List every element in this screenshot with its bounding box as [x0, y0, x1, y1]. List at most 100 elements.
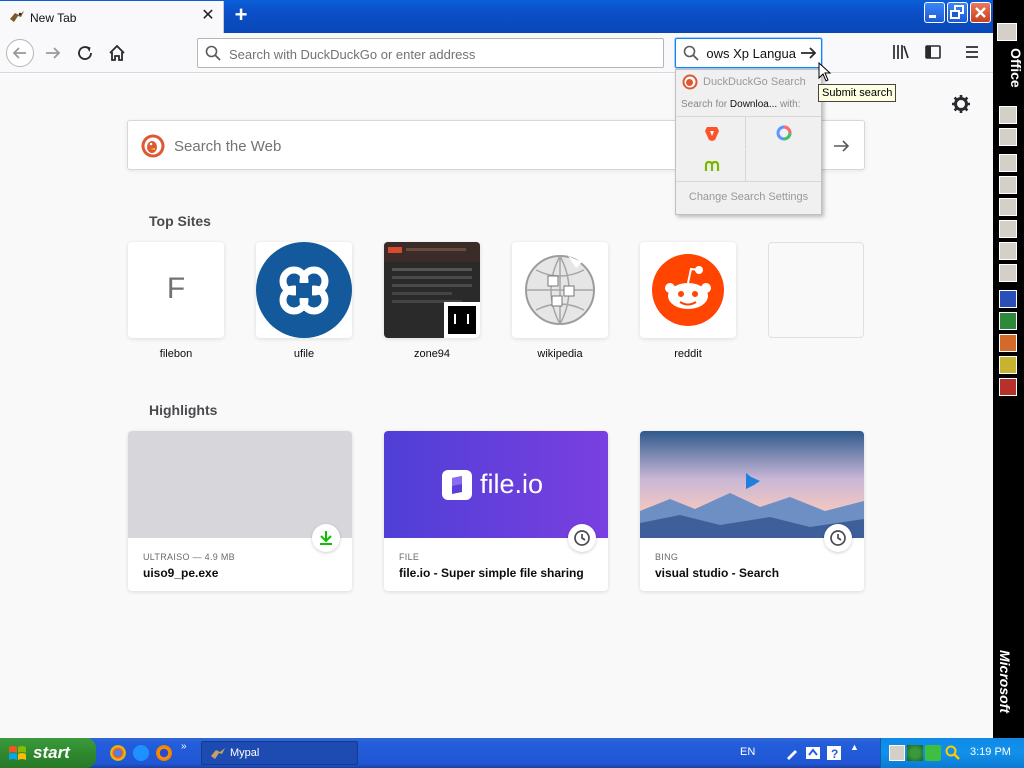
language-indicator[interactable]: EN [740, 746, 755, 758]
clock-time: 3:19 PM [970, 746, 1011, 758]
search-bar[interactable]: ows Xp Langua [675, 38, 822, 68]
back-button[interactable] [6, 39, 34, 67]
start-button[interactable]: start [0, 738, 96, 768]
minimize-button[interactable] [924, 2, 945, 23]
office-app-icon[interactable] [999, 128, 1017, 146]
search-tray-icon[interactable] [945, 745, 961, 761]
url-placeholder: Search with DuckDuckGo or enter address [229, 47, 476, 62]
quick-launch-more-icon[interactable]: » [181, 741, 187, 752]
search-icon [205, 45, 221, 61]
engine-qwant-button[interactable] [748, 117, 818, 149]
gear-icon[interactable] [951, 94, 971, 114]
publisher-icon[interactable] [999, 356, 1017, 374]
search-for-suffix: with: [779, 99, 801, 110]
outlook-mail-icon[interactable] [999, 154, 1017, 172]
taskbar-item-mypal[interactable]: Mypal [201, 741, 358, 765]
duckduckgo-icon [682, 74, 698, 90]
taskbar-item-label: Mypal [230, 747, 260, 759]
tab-title: New Tab [30, 11, 77, 25]
system-tray: 3:19 PM [880, 738, 1024, 768]
clock-icon [574, 530, 590, 546]
download-icon [320, 531, 332, 545]
network-icon[interactable] [889, 745, 905, 761]
highlight-card-download[interactable]: ULTRAISO — 4.9 MB uiso9_pe.exe [128, 431, 352, 591]
top-site-tile: F [128, 242, 224, 338]
office-folder-icon[interactable] [997, 23, 1017, 41]
zone94-thumbnail [384, 242, 480, 338]
highlight-image: file.io [384, 431, 608, 538]
url-bar[interactable]: Search with DuckDuckGo or enter address [197, 38, 664, 68]
popup-engine-header[interactable]: DuckDuckGo Search [676, 70, 821, 93]
tasks-icon[interactable] [999, 198, 1017, 216]
highlight-context: BING [655, 552, 679, 562]
fileio-brand: file.io [480, 469, 544, 499]
engine-mojeek-button[interactable] [676, 150, 746, 182]
pen-icon[interactable] [784, 745, 800, 761]
change-search-settings[interactable]: Change Search Settings [676, 191, 821, 203]
taskbar: start » Mypal EN ? ▲ 3:19 PM [0, 738, 1024, 768]
top-site-reddit[interactable]: reddit [640, 242, 736, 360]
contacts-icon[interactable] [999, 220, 1017, 238]
excel-icon[interactable] [999, 312, 1017, 330]
globe-icon[interactable] [907, 745, 923, 761]
mypal-icon [211, 748, 225, 759]
language-bar-icon[interactable] [805, 745, 821, 761]
clock-badge [824, 524, 852, 552]
web-search-arrow-icon[interactable] [832, 137, 850, 155]
clock-badge [568, 524, 596, 552]
access-icon[interactable] [999, 378, 1017, 396]
internet-explorer-icon[interactable] [133, 745, 149, 761]
top-site-label: wikipedia [537, 348, 583, 360]
search-for-prefix: Search for [681, 99, 728, 110]
search-input[interactable]: ows Xp Langua [706, 46, 796, 61]
office-app-icon[interactable] [999, 242, 1017, 260]
library-icon[interactable] [892, 43, 910, 61]
firefox-icon[interactable] [156, 745, 172, 761]
tab-new-tab[interactable]: New Tab ✕ [0, 1, 224, 33]
reload-button[interactable] [71, 39, 99, 67]
chrome-icon[interactable] [110, 745, 126, 761]
engine-brave-button[interactable] [676, 117, 746, 149]
restore-button[interactable] [947, 2, 968, 23]
powerpoint-icon[interactable] [999, 334, 1017, 352]
sidebar-icon[interactable] [924, 43, 942, 61]
highlight-card-fileio[interactable]: file.io FILE file.io - Super simple file… [384, 431, 608, 591]
mouse-cursor-icon [818, 62, 832, 82]
wikipedia-globe-icon [525, 255, 595, 325]
expand-tray-icon[interactable]: ▲ [850, 742, 859, 752]
highlight-title: visual studio - Search [655, 566, 780, 580]
notes-icon[interactable] [999, 264, 1017, 282]
close-window-button[interactable] [970, 2, 991, 23]
menu-icon[interactable] [963, 43, 981, 61]
title-bar: New Tab ✕ + [0, 0, 993, 33]
office-app-icon[interactable] [999, 106, 1017, 124]
ufile-logo-icon [256, 242, 352, 338]
tab-close-icon[interactable]: ✕ [199, 7, 217, 25]
security-icon[interactable] [925, 745, 941, 761]
forward-button[interactable] [39, 39, 67, 67]
top-site-ufile[interactable]: ufile [256, 242, 352, 360]
top-site-tile [384, 242, 480, 338]
highlight-image [128, 431, 352, 538]
microsoft-label: Microsoft [997, 650, 1013, 713]
search-icon [683, 45, 699, 61]
brave-icon [705, 127, 719, 141]
calendar-icon[interactable] [999, 176, 1017, 194]
desktop: New Tab ✕ + Search with DuckDuckGo or en… [0, 0, 1024, 768]
popup-engine-grid [676, 116, 821, 182]
top-site-zone94[interactable]: zone94 [384, 242, 480, 360]
top-site-filebon[interactable]: F filebon [128, 242, 224, 360]
popup-engine-name: DuckDuckGo Search [703, 76, 806, 88]
reload-icon [78, 46, 92, 60]
nav-toolbar: Search with DuckDuckGo or enter address … [0, 33, 993, 73]
highlight-context: FILE [399, 552, 420, 562]
download-badge [312, 524, 340, 552]
highlight-card-bing[interactable]: BING visual studio - Search [640, 431, 864, 591]
new-tab-button[interactable]: + [228, 4, 254, 28]
home-button[interactable] [103, 39, 131, 67]
top-site-label: ufile [293, 348, 315, 360]
top-site-wikipedia[interactable]: wikipedia [512, 242, 608, 360]
help-icon[interactable]: ? [826, 745, 842, 761]
word-icon[interactable] [999, 290, 1017, 308]
site-letter: F [166, 272, 186, 305]
